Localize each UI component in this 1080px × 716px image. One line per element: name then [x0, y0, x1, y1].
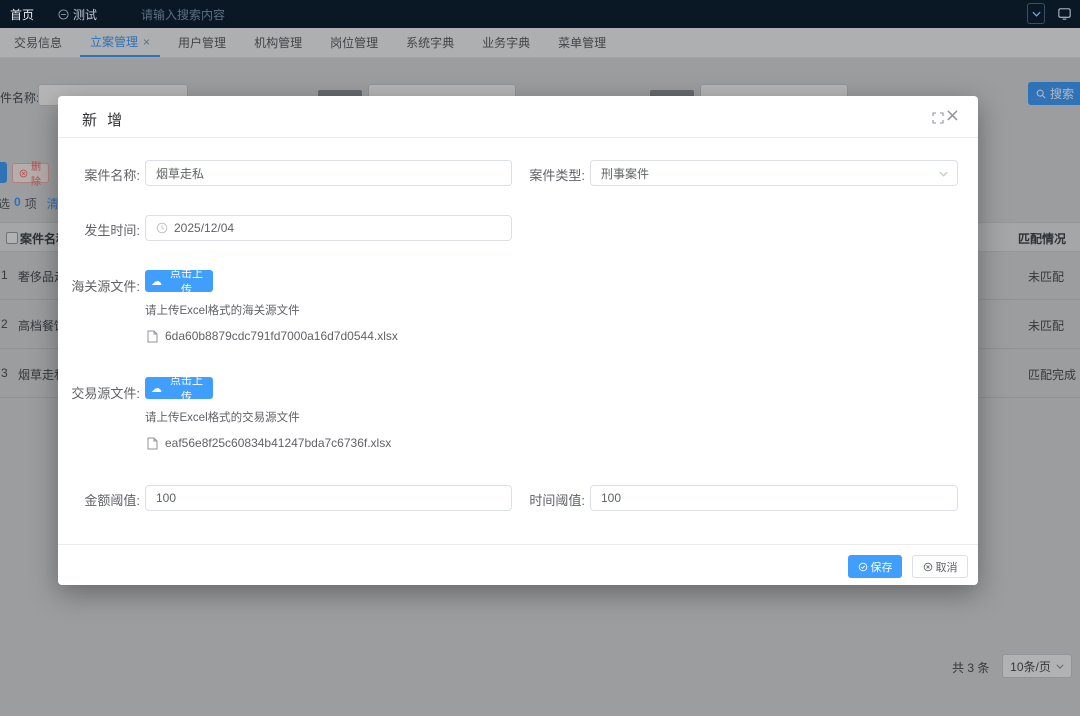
- customs-upload-hint: 请上传Excel格式的海关源文件: [145, 302, 300, 318]
- fullscreen-monitor-icon[interactable]: [1057, 6, 1072, 21]
- document-icon: [147, 330, 158, 343]
- clock-icon: [156, 222, 168, 234]
- trade-file-label: 交易源文件:: [62, 383, 140, 402]
- occur-time-value: 2025/12/04: [174, 221, 234, 235]
- customs-file-label: 海关源文件:: [62, 276, 140, 295]
- customs-file-item[interactable]: 6da60b8879cdc791fd7000a16d7d0544.xlsx: [147, 329, 398, 343]
- case-name-label: 案件名称:: [62, 165, 140, 184]
- trade-upload-hint: 请上传Excel格式的交易源文件: [145, 409, 300, 425]
- header-divider: [58, 137, 978, 138]
- amount-threshold-input[interactable]: [145, 485, 512, 511]
- circle-check-icon: [858, 562, 868, 572]
- customs-upload-button[interactable]: ☁ 点击上传: [145, 270, 213, 292]
- case-name-input[interactable]: [145, 160, 512, 186]
- upload-button-label: 点击上传: [166, 372, 207, 404]
- occur-time-label: 发生时间:: [62, 220, 140, 239]
- topbar-search-input[interactable]: 请输入搜索内容: [141, 6, 225, 23]
- document-icon: [147, 437, 158, 450]
- time-threshold-input[interactable]: [590, 485, 958, 511]
- topbar: 首页 测试 请输入搜索内容: [0, 0, 1080, 28]
- cancel-button-label: 取消: [936, 559, 958, 575]
- save-button[interactable]: 保存: [848, 555, 902, 578]
- case-type-value: 刑事案件: [601, 165, 649, 182]
- upload-button-label: 点击上传: [166, 265, 207, 297]
- nav-menu-test[interactable]: 测试: [58, 6, 97, 23]
- cloud-upload-icon: ☁: [151, 382, 162, 395]
- nav-menu-test-label: 测试: [73, 6, 97, 23]
- amount-threshold-label: 金额阈值:: [62, 490, 140, 509]
- circle-minus-icon: [58, 9, 69, 20]
- trade-file-name: eaf56e8f25c60834b41247bda7c6736f.xlsx: [165, 436, 391, 450]
- dropdown-icon[interactable]: [1027, 3, 1045, 24]
- cloud-upload-icon: ☁: [151, 275, 162, 288]
- add-case-dialog: 新 增 × 案件名称: 案件类型: 刑事案件 发生时间: 2025/12/04 …: [58, 96, 978, 585]
- save-button-label: 保存: [871, 559, 893, 575]
- circle-close-icon: [923, 562, 933, 572]
- footer-divider: [58, 544, 978, 545]
- customs-file-name: 6da60b8879cdc791fd7000a16d7d0544.xlsx: [165, 329, 398, 343]
- case-type-label: 案件类型:: [507, 165, 585, 184]
- close-icon[interactable]: ×: [939, 104, 966, 127]
- case-type-select[interactable]: 刑事案件: [590, 160, 958, 186]
- cancel-button[interactable]: 取消: [912, 555, 968, 578]
- occur-time-input[interactable]: 2025/12/04: [145, 215, 512, 241]
- chevron-down-icon: [939, 171, 948, 177]
- dialog-title: 新 增: [82, 109, 125, 130]
- time-threshold-label: 时间阈值:: [507, 490, 585, 509]
- nav-home[interactable]: 首页: [10, 6, 34, 23]
- trade-upload-button[interactable]: ☁ 点击上传: [145, 377, 213, 399]
- trade-file-item[interactable]: eaf56e8f25c60834b41247bda7c6736f.xlsx: [147, 436, 391, 450]
